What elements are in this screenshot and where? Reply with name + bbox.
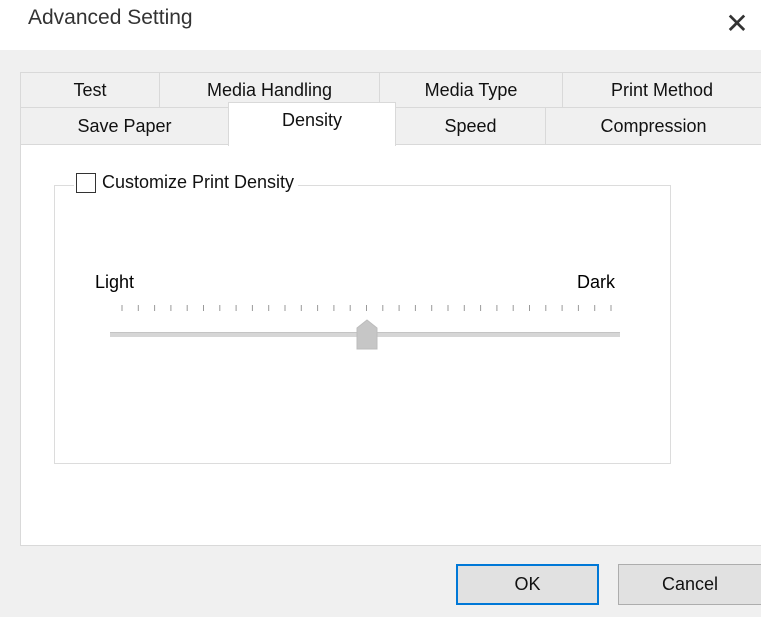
close-icon: ✕: [725, 7, 749, 39]
tab-speed[interactable]: Speed: [395, 107, 546, 145]
tab-save-paper[interactable]: Save Paper: [20, 107, 229, 145]
tab-label: Compression: [600, 115, 707, 136]
cancel-button-label: Cancel: [661, 574, 719, 594]
slider-min-label: Light: [95, 272, 135, 292]
ok-button[interactable]: OK: [456, 564, 599, 605]
title-bar: Advanced Setting ✕: [0, 0, 761, 50]
tab-density[interactable]: Density: [228, 102, 396, 146]
tab-label: Speed: [444, 115, 497, 136]
window-title: Advanced Setting: [28, 6, 193, 29]
density-tab-panel: Customize Print Density Light Dark: [20, 144, 761, 546]
tab-compression[interactable]: Compression: [545, 107, 761, 145]
density-slider-thumb[interactable]: [356, 319, 378, 350]
cancel-button[interactable]: Cancel: [618, 564, 761, 605]
tab-label: Density: [281, 110, 343, 130]
customize-density-checkbox[interactable]: [76, 172, 96, 193]
close-button[interactable]: ✕: [713, 0, 761, 46]
tab-label: Test: [73, 79, 107, 100]
tab-label: Save Paper: [77, 115, 172, 136]
tab-label: Print Method: [610, 79, 714, 100]
tab-media-type[interactable]: Media Type: [379, 72, 563, 108]
tab-label: Media Type: [424, 79, 518, 100]
tab-print-method[interactable]: Print Method: [562, 72, 761, 108]
tab-label: Media Handling: [206, 79, 333, 100]
tab-test[interactable]: Test: [20, 72, 160, 108]
customize-density-option[interactable]: Customize Print Density: [74, 172, 299, 193]
ok-button-label: OK: [514, 574, 541, 594]
slider-max-label: Dark: [577, 272, 616, 292]
customize-density-label: Customize Print Density: [102, 172, 295, 192]
